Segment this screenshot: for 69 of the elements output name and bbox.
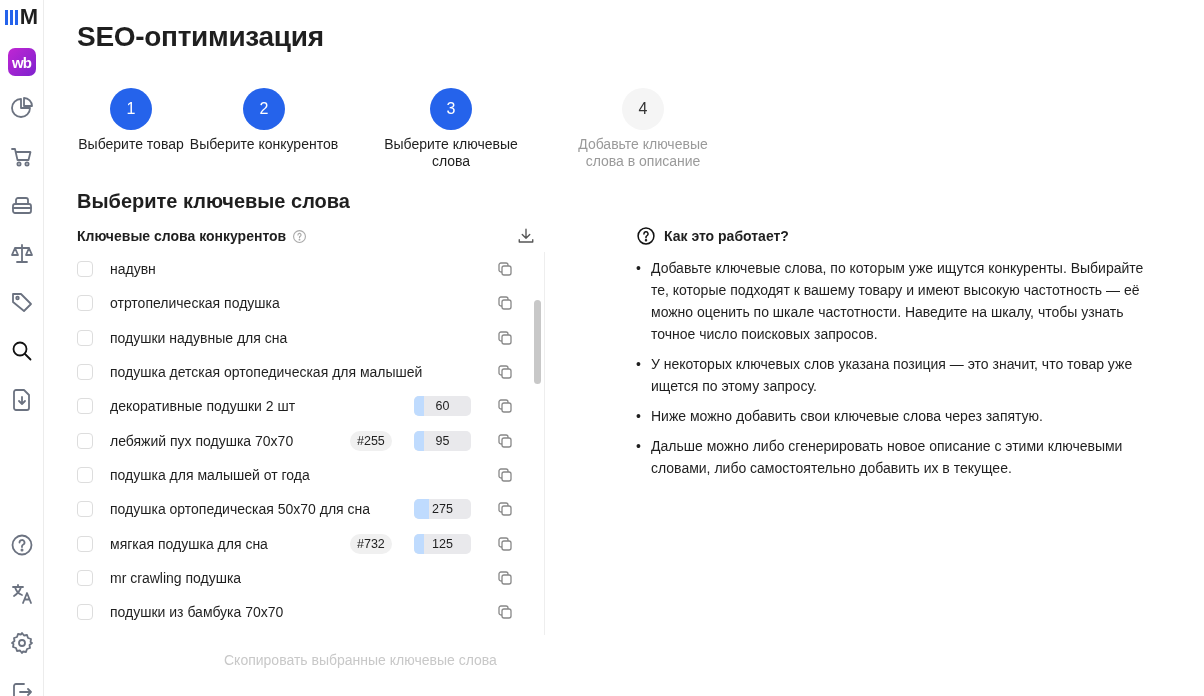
step-number[interactable]: 3 bbox=[430, 88, 472, 130]
copy-icon[interactable] bbox=[498, 502, 512, 517]
copy-icon[interactable] bbox=[498, 365, 512, 380]
translate-icon[interactable] bbox=[9, 582, 34, 606]
step-number[interactable]: 4 bbox=[622, 88, 664, 130]
frequency-meter[interactable]: 60 bbox=[414, 396, 471, 417]
checkbox[interactable] bbox=[77, 466, 93, 483]
step-number[interactable]: 1 bbox=[110, 88, 152, 130]
checkbox[interactable] bbox=[77, 364, 93, 381]
app-badge[interactable]: wb bbox=[7, 48, 36, 76]
logo[interactable]: M bbox=[4, 6, 39, 28]
tag-icon[interactable] bbox=[9, 290, 34, 315]
copy-icon[interactable] bbox=[498, 605, 512, 620]
help-text: Добавьте ключевые слова, по которым уже ищутся конкуренты. Выбирайте те, которые подходят к вашему товару и имеют высокую частотность — её можно оценить по шкале частотности. Наведите на шкалу, чтобы узнать точное число поисковых запросов. bbox=[651, 259, 1145, 344]
bullet: • bbox=[636, 259, 642, 278]
copy-icon[interactable] bbox=[498, 536, 512, 551]
copy-icon[interactable] bbox=[498, 399, 512, 414]
help-title: Как это работает? bbox=[664, 228, 789, 244]
copy-icon[interactable] bbox=[498, 467, 512, 482]
help-text: Дальше можно либо сгенерировать новое описание с этими ключевыми словами, либо самостоятельно добавить их в текущее. bbox=[651, 437, 1124, 478]
keyword-text: подушка ортопедическая 50x70 для сна bbox=[110, 501, 372, 518]
checkbox[interactable] bbox=[77, 535, 93, 552]
checkbox[interactable] bbox=[77, 295, 93, 312]
keyword-text: декоративные подушки 2 шт bbox=[110, 398, 297, 415]
section-title: Выберите ключевые слова bbox=[77, 190, 350, 213]
copy-icon[interactable] bbox=[498, 570, 512, 585]
checkbox[interactable] bbox=[77, 604, 93, 621]
checkbox[interactable] bbox=[77, 569, 93, 586]
checkbox[interactable] bbox=[77, 398, 93, 415]
page-title: SEO-оптимизация bbox=[77, 21, 324, 54]
keyword-text: мягкая подушка для сна bbox=[110, 535, 269, 552]
keyword-text: отртопелическая подушка bbox=[110, 295, 281, 312]
keyword-text: лебяжий пух подушка 70x70 bbox=[110, 432, 295, 449]
copy-icon[interactable] bbox=[498, 330, 512, 345]
keyword-text: подушка для малышей от года bbox=[110, 466, 311, 483]
step-label: Выберите конкурентов bbox=[189, 136, 339, 153]
keyword-text: подушки надувные для сна bbox=[110, 329, 289, 346]
panel-title: Ключевые слова конкурентов bbox=[77, 228, 287, 244]
frequency-meter[interactable]: 275 bbox=[414, 499, 471, 520]
keyword-text: надувн bbox=[110, 261, 157, 278]
help-icon[interactable] bbox=[636, 226, 656, 246]
bullet: • bbox=[636, 437, 642, 456]
copy-icon[interactable] bbox=[498, 296, 512, 311]
scrollbar-thumb[interactable] bbox=[534, 300, 541, 384]
bullet: • bbox=[636, 355, 642, 374]
bullet: • bbox=[636, 407, 642, 426]
step-label: Выберите товар bbox=[78, 136, 184, 153]
help-text: У некоторых ключевых слов указана позиция — это значит, что товар уже ищется по этому запросу. bbox=[651, 355, 1134, 396]
step-number[interactable]: 2 bbox=[243, 88, 285, 130]
frequency-meter[interactable]: 95 bbox=[414, 430, 471, 451]
copy-icon[interactable] bbox=[498, 262, 512, 277]
position-tag: #255 bbox=[350, 430, 392, 451]
keyword-text: mr crawling подушка bbox=[110, 569, 243, 586]
checkbox[interactable] bbox=[77, 261, 93, 278]
keyword-text: подушки из бамбука 70x70 bbox=[110, 604, 285, 621]
keyword-text: подушка детская ортопедическая для малышей bbox=[110, 364, 424, 381]
copy-icon[interactable] bbox=[498, 433, 512, 448]
step-label: Добавьте ключевые слова в описание bbox=[577, 136, 709, 170]
settings-icon[interactable] bbox=[9, 631, 34, 655]
help-text: Ниже можно добавить свои ключевые слова через запятую. bbox=[651, 407, 1043, 426]
checkbox[interactable] bbox=[77, 501, 93, 518]
download-icon[interactable] bbox=[517, 227, 535, 245]
checkbox[interactable] bbox=[77, 432, 93, 449]
frequency-meter[interactable]: 125 bbox=[414, 533, 471, 554]
pie-chart-icon[interactable] bbox=[9, 96, 34, 120]
checkbox[interactable] bbox=[77, 329, 93, 346]
step-label: Выберите ключевые слова bbox=[383, 136, 519, 170]
position-tag: #732 bbox=[350, 533, 392, 554]
scales-icon[interactable] bbox=[9, 241, 34, 266]
